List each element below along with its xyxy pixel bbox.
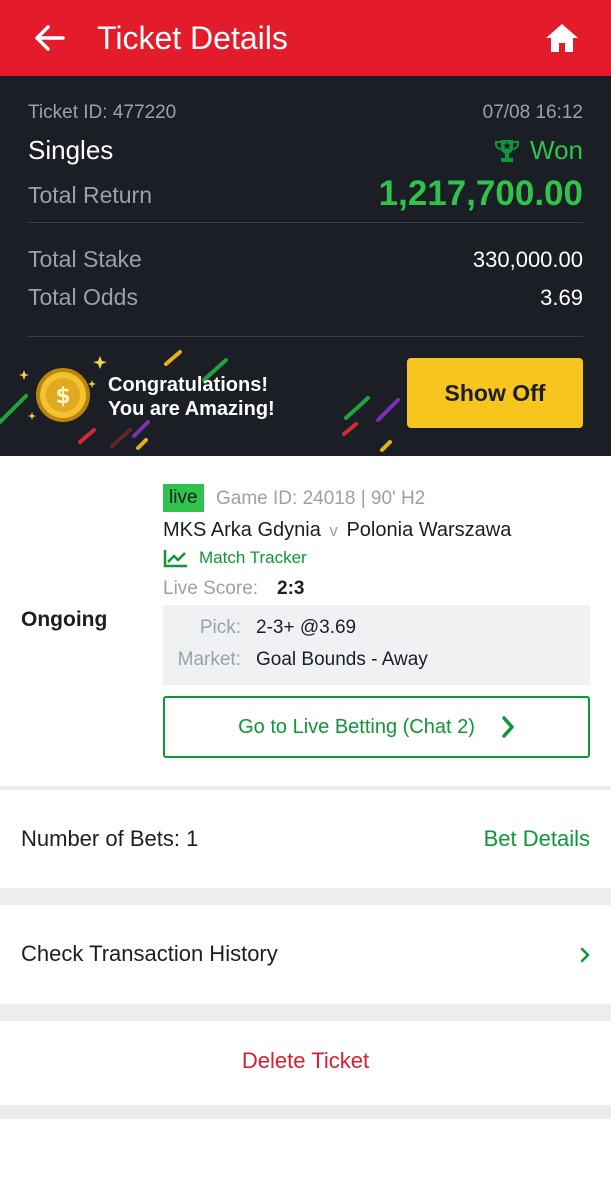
live-betting-label: Go to Live Betting (Chat 2) <box>238 715 475 738</box>
status-text: Won <box>530 135 583 165</box>
pick-label: Pick: <box>199 617 241 638</box>
back-button[interactable] <box>30 20 70 56</box>
away-team: Polonia Warszawa <box>346 519 512 541</box>
match-tracker-label: Match Tracker <box>199 548 307 567</box>
total-return-label: Total Return <box>28 182 153 208</box>
live-betting-button[interactable]: Go to Live Betting (Chat 2) <box>163 696 590 758</box>
section-divider <box>0 1105 611 1119</box>
number-of-bets: Number of Bets: 1 <box>21 826 199 851</box>
event-state: Ongoing <box>21 608 108 631</box>
market-label: Market: <box>177 649 241 670</box>
divider <box>28 336 583 337</box>
delete-ticket-button[interactable]: Delete Ticket <box>0 1021 611 1105</box>
delete-ticket-label: Delete Ticket <box>241 1048 370 1073</box>
home-team: MKS Arka Gdynia <box>163 519 321 541</box>
total-odds-label: Total Odds <box>28 284 138 310</box>
transaction-history-row[interactable]: Check Transaction History <box>0 905 611 1004</box>
show-off-button[interactable]: Show Off <box>407 358 583 428</box>
congrats-line-2: You are Amazing! <box>108 398 275 420</box>
vs-separator: v <box>329 521 338 540</box>
total-odds-value: 3.69 <box>540 285 583 310</box>
divider <box>28 222 583 223</box>
bets-row: Number of Bets: 1 Bet Details <box>0 790 611 888</box>
chevron-right-icon <box>580 947 590 963</box>
congrats-text: Congratulations! You are Amazing! <box>108 373 275 421</box>
transaction-history-label: Check Transaction History <box>21 941 278 966</box>
chevron-right-icon <box>502 716 514 738</box>
ticket-type: Singles <box>28 135 114 165</box>
top-bar: Ticket Details <box>0 0 611 76</box>
match-tracker-link[interactable]: Match Tracker <box>163 548 307 568</box>
live-score-value: 2:3 <box>277 578 305 599</box>
svg-text:$: $ <box>55 384 70 409</box>
total-stake-label: Total Stake <box>28 246 142 272</box>
pick-value: 2-3+ @3.69 <box>256 617 357 638</box>
congrats-banner: $ Congratulations! You are Amazing! Show… <box>0 338 611 456</box>
bet-details-link[interactable]: Bet Details <box>484 826 590 852</box>
status-badge: Won <box>494 135 583 166</box>
section-divider <box>0 888 611 905</box>
arrow-left-icon <box>35 25 65 51</box>
ticket-id: Ticket ID: 477220 <box>28 102 177 123</box>
pick-box: Pick: 2-3+ @3.69 Market: Goal Bounds - A… <box>163 605 590 685</box>
section-divider <box>0 1004 611 1021</box>
event-card: Ongoing live Game ID: 24018 | 90' H2 MKS… <box>0 456 611 786</box>
page-title: Ticket Details <box>97 20 288 56</box>
game-info: Game ID: 24018 | 90' H2 <box>216 488 426 509</box>
ticket-datetime: 07/08 16:12 <box>482 102 583 123</box>
chart-line-icon <box>163 550 187 568</box>
trophy-icon <box>495 139 519 162</box>
home-button[interactable] <box>540 18 584 58</box>
market-value: Goal Bounds - Away <box>256 649 428 670</box>
live-score-label: Live Score: <box>163 578 259 599</box>
match-teams: MKS Arka Gdynia v Polonia Warszawa <box>163 519 511 542</box>
total-return-value: 1,217,700.00 <box>378 174 583 213</box>
live-badge: live <box>163 484 204 512</box>
coin-icon: $ <box>36 368 90 422</box>
congrats-line-1: Congratulations! <box>108 374 268 396</box>
home-icon <box>546 24 578 52</box>
total-stake-value: 330,000.00 <box>472 247 583 272</box>
